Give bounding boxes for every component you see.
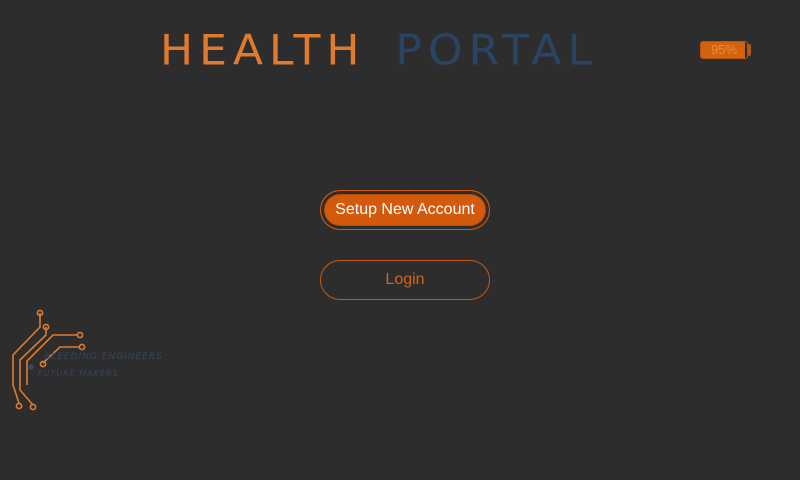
- logo-tagline-1: BLEEDING ENGINEERS: [44, 352, 163, 362]
- title-portal: PORTAL: [395, 26, 599, 75]
- battery-level-text: 95%: [710, 42, 738, 57]
- logo-tagline-2: FUTURE MAKERS: [38, 369, 119, 378]
- title-health: HEALTH: [160, 26, 366, 75]
- setup-new-account-button[interactable]: Setup New Account: [320, 190, 490, 230]
- app-title: HEALTH PORTAL: [160, 26, 598, 76]
- login-button[interactable]: Login: [320, 260, 490, 300]
- battery-indicator: 95%: [700, 41, 748, 59]
- battery-cap: [748, 44, 751, 56]
- health-portal-screen: HEALTH PORTAL 95% Setup New Account Logi…: [0, 0, 800, 480]
